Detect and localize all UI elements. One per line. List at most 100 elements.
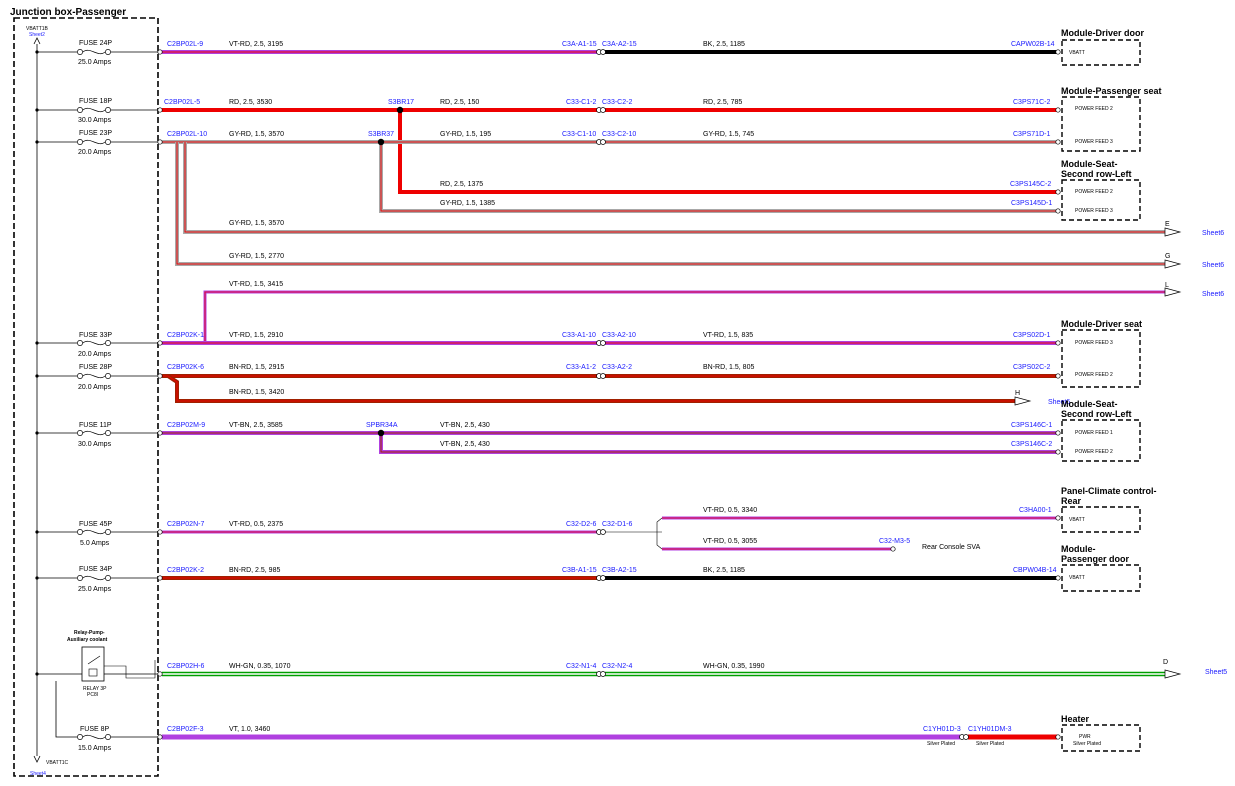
connector-label: C2BP02H-6 (167, 663, 204, 670)
connector-label: C33-C1-10 (562, 131, 596, 138)
relay-pump-auxiliary-coolant: Relay-Pump- Auxiliary coolant RELAY 3P P… (35, 630, 160, 698)
end-pins (1055, 49, 1061, 740)
fuse-icon (77, 49, 111, 55)
fuse-rating: 15.0 Amps (78, 745, 112, 752)
connector-label: C2BP02L-9 (167, 41, 203, 48)
wire-label: VT-BN, 2.5, 3585 (229, 422, 283, 429)
connector-label: S3BR17 (388, 99, 414, 106)
wire-label: WH-GN, 0.35, 1070 (229, 663, 291, 670)
module-pin: POWER FEED 2 (1075, 372, 1113, 378)
wire-fuse11p-seat-second-row[interactable] (162, 431, 1057, 454)
module-seat-second-row-left-a[interactable]: Module-Seat- Second row-Left POWER FEED … (1061, 159, 1141, 221)
wire-label: RD, 2.5, 3530 (229, 99, 272, 106)
wire-label: VT, 1.0, 3460 (229, 726, 270, 733)
wire-fuse18p-passenger-seat[interactable] (162, 108, 1057, 194)
connector-label: C3B-A1-15 (562, 567, 597, 574)
vbatt-top-sheet-link[interactable]: Sheet2 (29, 32, 45, 38)
connector-label: S3BR37 (368, 131, 394, 138)
connector-label: C1YH01D-3 (923, 726, 961, 733)
connector-label: C32-N1-4 (566, 663, 596, 670)
module-passenger-seat[interactable]: Module-Passenger seat POWER FEED 2 POWER… (1061, 86, 1162, 152)
connector-label: C33-C2-10 (602, 131, 636, 138)
module-title: Module-Seat- (1061, 399, 1118, 409)
fuse-icon (77, 430, 111, 436)
wiring-diagram: Junction box-Passenger VBATT1B Sheet2 VB… (10, 7, 1227, 777)
fuse-row-23p: FUSE 23P 20.0 Amps (35, 130, 160, 156)
connector-label: C33-C1-2 (566, 99, 596, 106)
wire-label: BK, 2.5, 1185 (703, 41, 745, 48)
connector-label: CAPW02B-14 (1011, 41, 1055, 48)
splice-spbr34a (377, 429, 385, 437)
splice-s3br17 (396, 106, 404, 114)
wire-label: GY-RD, 1.5, 2770 (229, 253, 284, 260)
wire-label: VT-BN, 2.5, 430 (440, 441, 490, 448)
connector-label: C2BP02M-9 (167, 422, 205, 429)
module-pin: VBATT (1069, 50, 1085, 56)
wire-label: GY-RD, 1.5, 195 (440, 131, 491, 138)
module-pin: POWER FEED 1 (1075, 430, 1113, 436)
offsheet-sheet-d[interactable]: Sheet5 (1205, 669, 1227, 676)
wire-label: BN-RD, 1.5, 2915 (229, 364, 284, 371)
connector-label: C3HA00-1 (1019, 507, 1052, 514)
connector-label: C3B-A2-15 (602, 567, 637, 574)
fuse-name: FUSE 18P (79, 98, 112, 105)
fuse-icon (77, 340, 111, 346)
fuse-row-8p: FUSE 8P 15.0 Amps (55, 681, 160, 752)
connector-label: C2BP02K-6 (167, 364, 204, 371)
vbatt-bottom-sheet-link[interactable]: Sheet4 (30, 771, 46, 777)
offsheet-letter-e: E (1165, 221, 1170, 228)
connector-label: C3PS02D-1 (1013, 332, 1050, 339)
fuse-row-18p: FUSE 18P 30.0 Amps (35, 98, 160, 124)
connector-label: C2BP02N-7 (167, 521, 204, 528)
connector-label: C33-A1-10 (562, 332, 596, 339)
module-heater[interactable]: Heater PWR Silver Plated (1061, 714, 1141, 752)
connector-label: C3PS71C-2 (1013, 99, 1050, 106)
connector-label: C32-M3-5 (879, 538, 910, 545)
module-pin-note: Silver Plated (1073, 741, 1101, 747)
relay-label-2: PC8I (87, 692, 98, 698)
connector-label: C33-A2-2 (602, 364, 632, 371)
vbatt-top-arrow-icon (33, 37, 41, 45)
connector-label: C3PS02C-2 (1013, 364, 1050, 371)
inline-connectors (596, 49, 969, 740)
connector-labels: C2BP02L-9 C3A-A1-15 C3A-A2-15 CAPW02B-14… (164, 41, 1057, 733)
connector-label: C2BP02K-1 (167, 332, 204, 339)
fuse-row-11p: FUSE 11P 30.0 Amps (35, 422, 160, 448)
fuse-icon (77, 373, 111, 379)
wire-label: RD, 2.5, 785 (703, 99, 742, 106)
offsheet-sheet-g[interactable]: Sheet6 (1202, 262, 1224, 269)
fuse-name: FUSE 11P (79, 422, 112, 429)
module-pin: PWR (1079, 734, 1091, 740)
offsheet-letter-h: H (1015, 390, 1020, 397)
module-driver-door[interactable]: Module-Driver door VBATT (1061, 28, 1145, 66)
module-driver-seat[interactable]: Module-Driver seat POWER FEED 3 POWER FE… (1061, 319, 1142, 388)
wire-label: GY-RD, 1.5, 1385 (440, 200, 495, 207)
connector-label: C3PS145D-1 (1011, 200, 1052, 207)
offsheet-sheet-e[interactable]: Sheet6 (1202, 230, 1224, 237)
connector-label: C32-N2-4 (602, 663, 632, 670)
connector-label: C3PS145C-2 (1010, 181, 1051, 188)
wire-fuse28p-driver-seat[interactable] (162, 374, 1057, 403)
offsheet-letter-d: D (1163, 659, 1168, 666)
fuse-rating: 30.0 Amps (78, 441, 112, 448)
connector-label: C3PS146C-2 (1011, 441, 1052, 448)
offsheet-sheet-l[interactable]: Sheet6 (1202, 291, 1224, 298)
connector-label: C3A-A2-15 (602, 41, 637, 48)
wire-label: VT-RD, 0.5, 2375 (229, 521, 283, 528)
module-pin: VBATT (1069, 517, 1085, 523)
module-seat-second-row-left-b[interactable]: Module-Seat- Second row-Left POWER FEED … (1061, 399, 1141, 462)
wire-label: VT-RD, 1.5, 3415 (229, 281, 283, 288)
connector-label: C2BP02F-3 (167, 726, 204, 733)
connector-label: C33-C2-2 (602, 99, 632, 106)
fuse-icon (77, 529, 111, 535)
module-passenger-door[interactable]: Module- Passenger door VBATT (1061, 544, 1141, 592)
module-title: Second row-Left (1061, 169, 1132, 179)
offsheet-letter-g: G (1165, 253, 1170, 260)
connector-label: C1YH01DM-3 (968, 726, 1012, 733)
panel-climate-control-rear[interactable]: Panel-Climate control- Rear VBATT (1061, 486, 1157, 533)
wire-label: VT-RD, 0.5, 3055 (703, 538, 757, 545)
module-title: Rear (1061, 496, 1082, 506)
offsheet-letter-l: L (1165, 282, 1169, 289)
fuse-row-34p: FUSE 34P 25.0 Amps (35, 566, 160, 593)
fuse-rating: 25.0 Amps (78, 59, 112, 66)
